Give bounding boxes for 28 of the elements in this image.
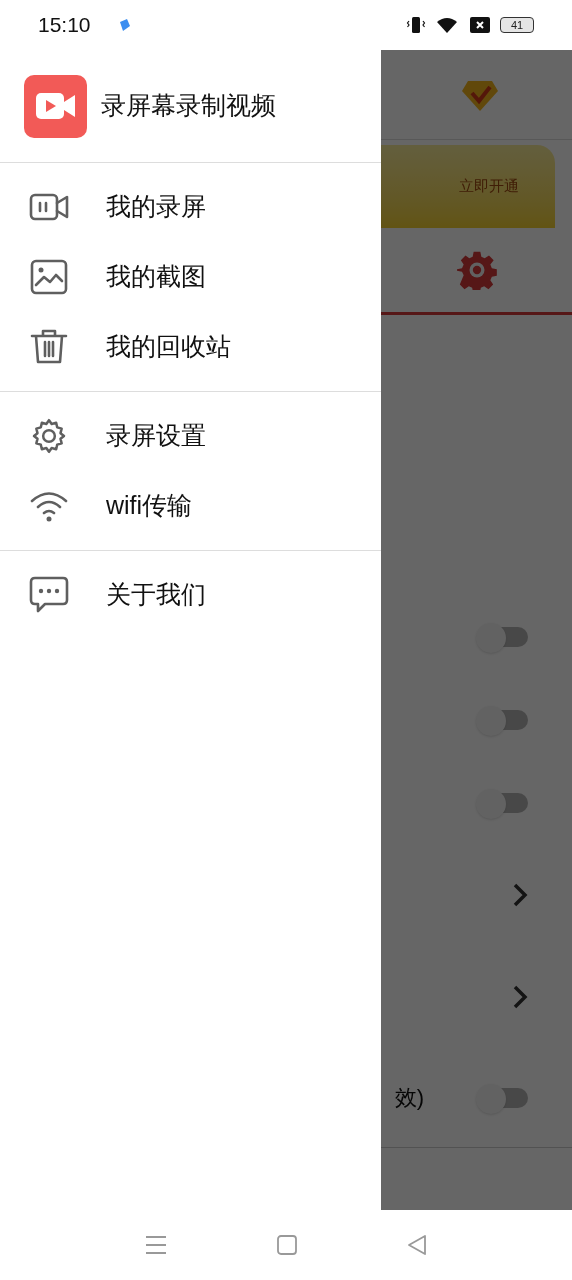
toggle-switch[interactable] xyxy=(476,788,528,817)
drawer-menu-item[interactable]: 我的截图 xyxy=(0,242,381,312)
video-camera-icon xyxy=(29,192,69,222)
settings-icon[interactable] xyxy=(457,250,497,290)
chevron-right-icon xyxy=(512,882,528,908)
chevron-right-icon xyxy=(512,984,528,1010)
menu-icon[interactable] xyxy=(145,1235,167,1255)
toggle-switch[interactable] xyxy=(476,705,528,734)
vibrate-icon xyxy=(406,15,426,35)
close-icon xyxy=(470,17,490,33)
wifi-signal-icon xyxy=(436,16,460,34)
toggle-switch[interactable] xyxy=(476,1083,528,1112)
trash-icon xyxy=(30,328,68,366)
toggle-switch[interactable] xyxy=(476,622,528,651)
drawer-menu-item[interactable]: 录屏设置 xyxy=(0,401,381,471)
setting-label: 效) xyxy=(394,1084,424,1112)
chat-icon xyxy=(29,576,69,614)
image-icon xyxy=(30,259,68,295)
drawer-menu-item[interactable]: 关于我们 xyxy=(0,560,381,630)
drawer-menu-item[interactable]: 我的回收站 xyxy=(0,312,381,382)
app-title: 录屏幕录制视频 xyxy=(101,90,276,122)
status-time: 15:10 xyxy=(38,12,91,39)
wifi-icon xyxy=(29,489,69,523)
battery-indicator: 41 xyxy=(500,17,534,33)
drawer-menu-item[interactable]: wifi传输 xyxy=(0,471,381,541)
app-logo-icon xyxy=(24,74,87,138)
home-icon[interactable] xyxy=(277,1235,297,1255)
back-icon[interactable] xyxy=(407,1234,427,1256)
